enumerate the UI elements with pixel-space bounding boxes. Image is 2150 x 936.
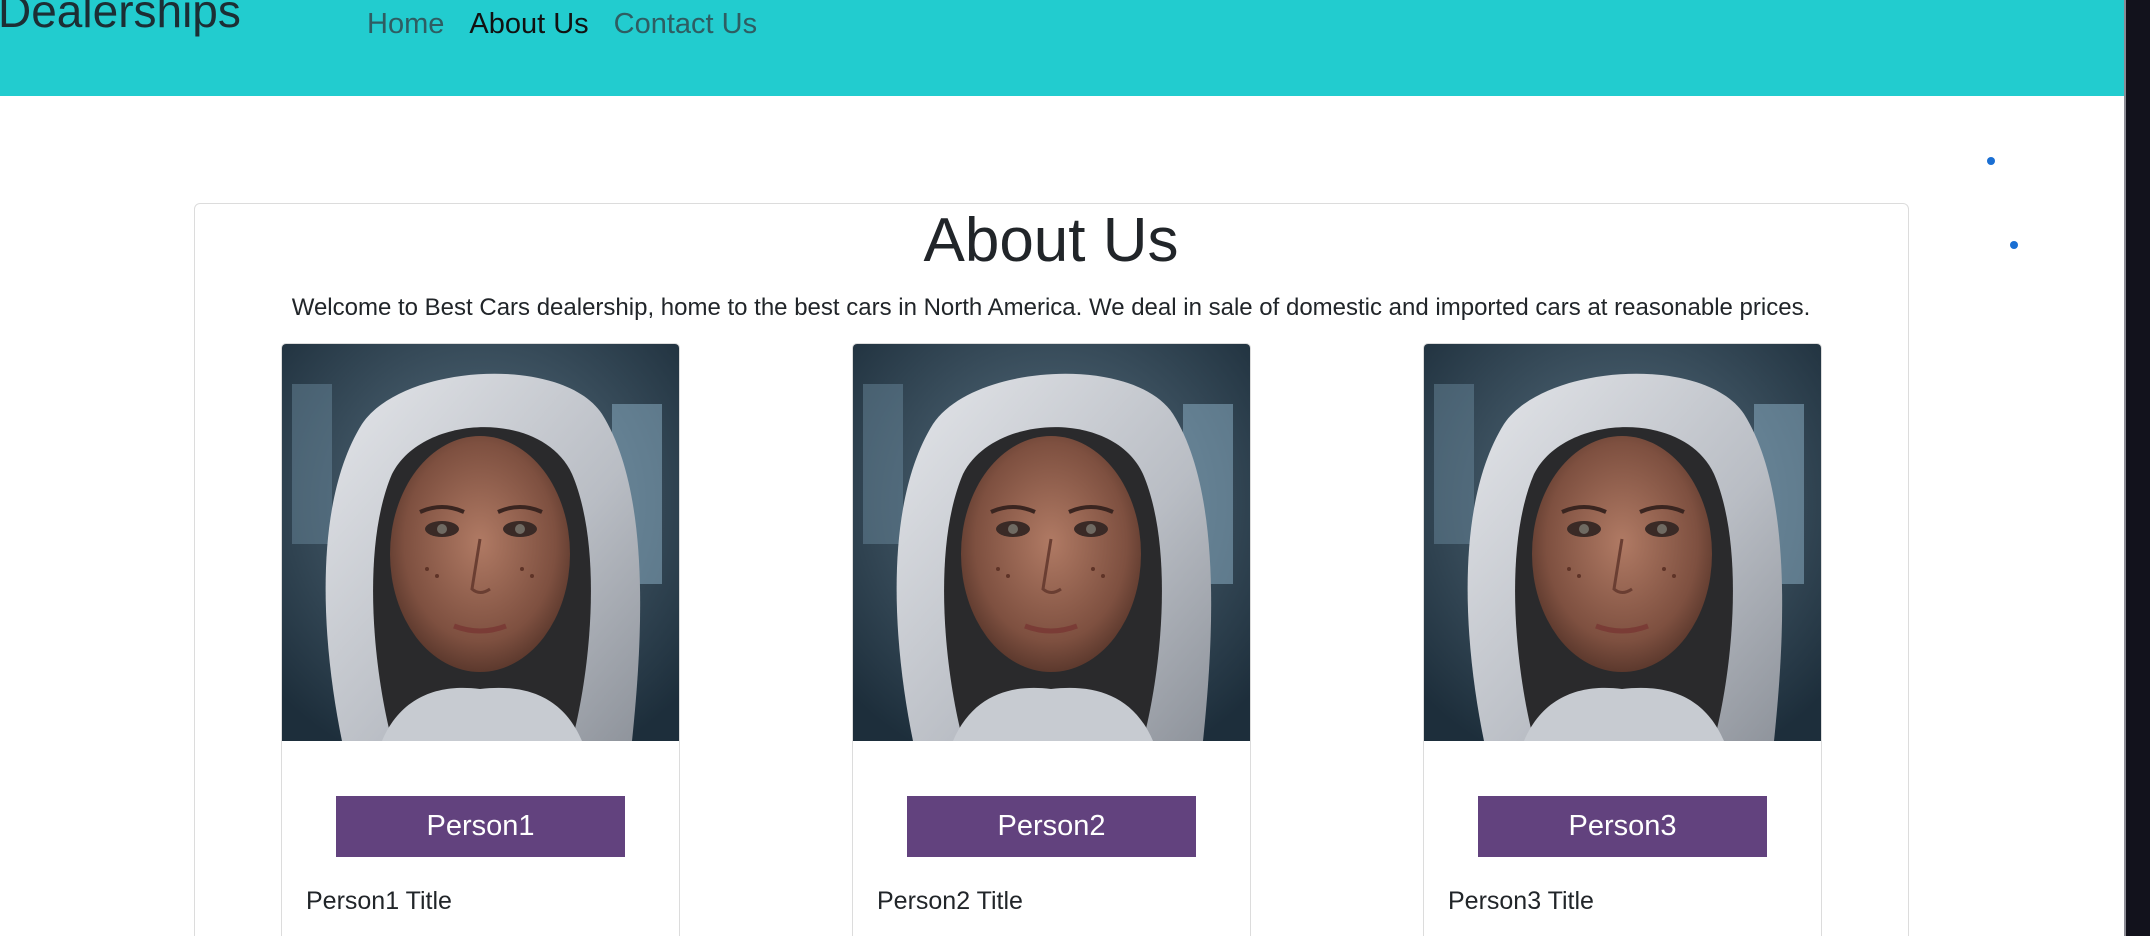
person-name-button[interactable]: Person1 — [336, 796, 625, 857]
person-title: Person1 Title — [306, 887, 452, 915]
person-card: Person3 Person3 Title — [1423, 343, 1822, 936]
person-card: Person2 Person2 Title — [852, 343, 1251, 936]
person-photo — [1424, 344, 1821, 741]
person-name-button[interactable]: Person2 — [907, 796, 1196, 857]
nav-link-about-us[interactable]: About Us — [469, 9, 588, 39]
person-title: Person2 Title — [877, 887, 1023, 915]
person-card: Person1 Person1 Title — [281, 343, 680, 936]
brand-title[interactable]: Dealerships — [0, 0, 241, 34]
window-edge — [2124, 0, 2150, 936]
nav-link-contact-us[interactable]: Contact Us — [614, 9, 757, 39]
person-photo — [853, 344, 1250, 741]
navbar: Dealerships Home About Us Contact Us — [0, 0, 2124, 96]
page-title: About Us — [923, 206, 1179, 275]
nav-links: Home About Us Contact Us — [367, 9, 782, 39]
person-photo — [282, 344, 679, 741]
person-name-button[interactable]: Person3 — [1478, 796, 1767, 857]
bullet-dot — [1987, 157, 1995, 165]
nav-link-home[interactable]: Home — [367, 9, 444, 39]
person-title: Person3 Title — [1448, 887, 1594, 915]
intro-text: Welcome to Best Cars dealership, home to… — [291, 294, 1811, 321]
